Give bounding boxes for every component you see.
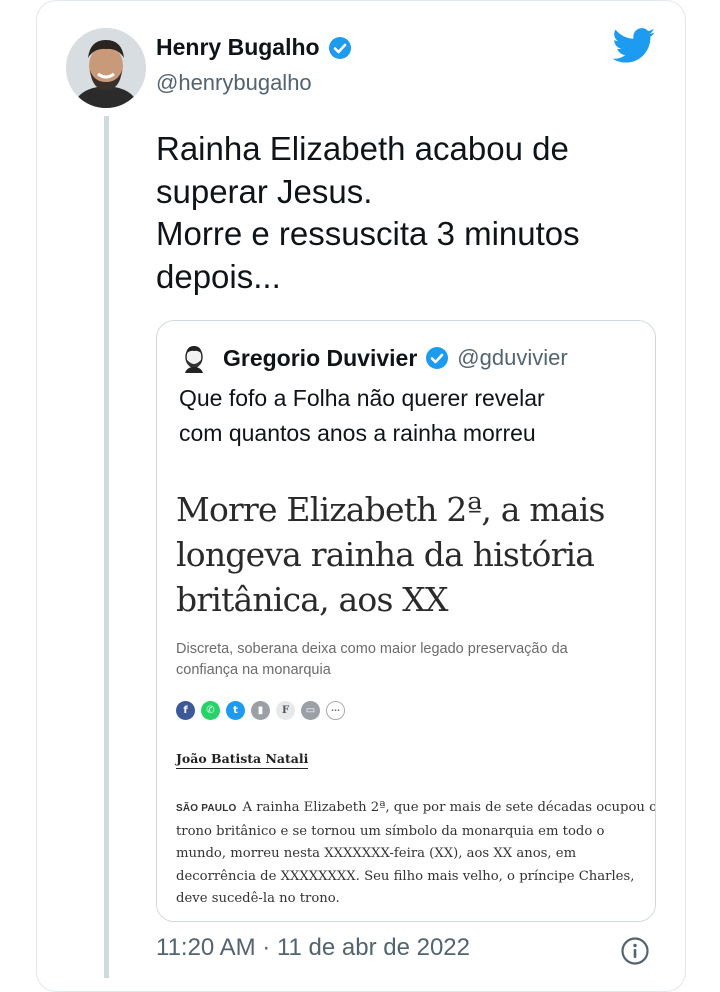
- more-icon: ···: [326, 701, 345, 720]
- body-line: A rainha Elizabeth 2ª, que por mais de s…: [242, 800, 656, 815]
- article-body: SÃO PAULO A rainha Elizabeth 2ª, que por …: [176, 797, 655, 911]
- info-icon[interactable]: [620, 936, 650, 966]
- tweet-text: Rainha Elizabeth acabou de superar Jesus…: [156, 128, 656, 298]
- body-line: mundo, morreu nesta XXXXXXX-feira (XX), …: [176, 846, 577, 862]
- whatsapp-icon: ✆: [201, 701, 220, 720]
- twitter-bird-icon[interactable]: [612, 28, 656, 64]
- quoted-display-name[interactable]: Gregorio Duvivier: [223, 345, 417, 372]
- verified-badge-icon: [328, 36, 351, 59]
- tweet-timestamp[interactable]: 11:20 AM · 11 de abr de 2022: [156, 934, 470, 962]
- avatar[interactable]: [66, 28, 146, 108]
- subtitle-line: Discreta, soberana deixa como maior lega…: [176, 641, 568, 657]
- subtitle-line: confiança na monarquia: [176, 662, 331, 678]
- headline-line: Morre Elizabeth 2ª, a mais: [176, 490, 605, 529]
- avatar-image: [66, 28, 146, 108]
- quoted-text: Que fofo a Folha não querer revelar com …: [179, 381, 639, 451]
- article-location: SÃO PAULO: [176, 803, 237, 814]
- article-screenshot[interactable]: Morre Elizabeth 2ª, a mais longeva rainh…: [157, 461, 655, 921]
- handle[interactable]: @henrybugalho: [156, 70, 312, 96]
- verified-badge-icon: [426, 347, 449, 369]
- body-line: trono britânico e se tornou um símbolo d…: [176, 823, 605, 839]
- quoted-handle[interactable]: @gduvivier: [457, 345, 567, 371]
- twitter-icon: t: [226, 701, 245, 720]
- headline-line: longeva rainha da história: [176, 535, 595, 574]
- body-line: deve sucedê-la no trono.: [176, 891, 340, 907]
- tweet-text-line: superar Jesus.: [156, 172, 373, 210]
- headline-line: britânica, aos XX: [176, 580, 448, 619]
- tweet-text-line: Rainha Elizabeth acabou de: [156, 130, 569, 167]
- quoted-text-line: Que fofo a Folha não querer revelar: [179, 385, 545, 411]
- quoted-tweet[interactable]: Gregorio Duvivier @gduvivier Que fofo a …: [156, 320, 656, 922]
- article-headline: Morre Elizabeth 2ª, a mais longeva rainh…: [176, 487, 636, 622]
- body-line: decorrência de XXXXXXXX. Seu filho mais …: [176, 868, 635, 884]
- quoted-text-line: com quantos anos a rainha morreu: [179, 420, 536, 446]
- thread-line: [104, 116, 109, 978]
- facebook-icon: f: [176, 701, 195, 720]
- article-subtitle: Discreta, soberana deixa como maior lega…: [176, 639, 636, 681]
- tweet-text-line: depois...: [156, 257, 281, 295]
- tweet-text-line: Morre e ressuscita 3 minutos: [156, 215, 580, 252]
- font-size-icon: F: [276, 701, 295, 720]
- comment-icon: ▭: [301, 701, 320, 720]
- share-bar: f ✆ t ▮ F ▭ ···: [176, 701, 345, 720]
- bookmark-icon: ▮: [251, 701, 270, 720]
- display-name[interactable]: Henry Bugalho: [156, 34, 320, 61]
- quoted-avatar[interactable]: [179, 343, 209, 373]
- article-author: João Batista Natali: [176, 751, 309, 769]
